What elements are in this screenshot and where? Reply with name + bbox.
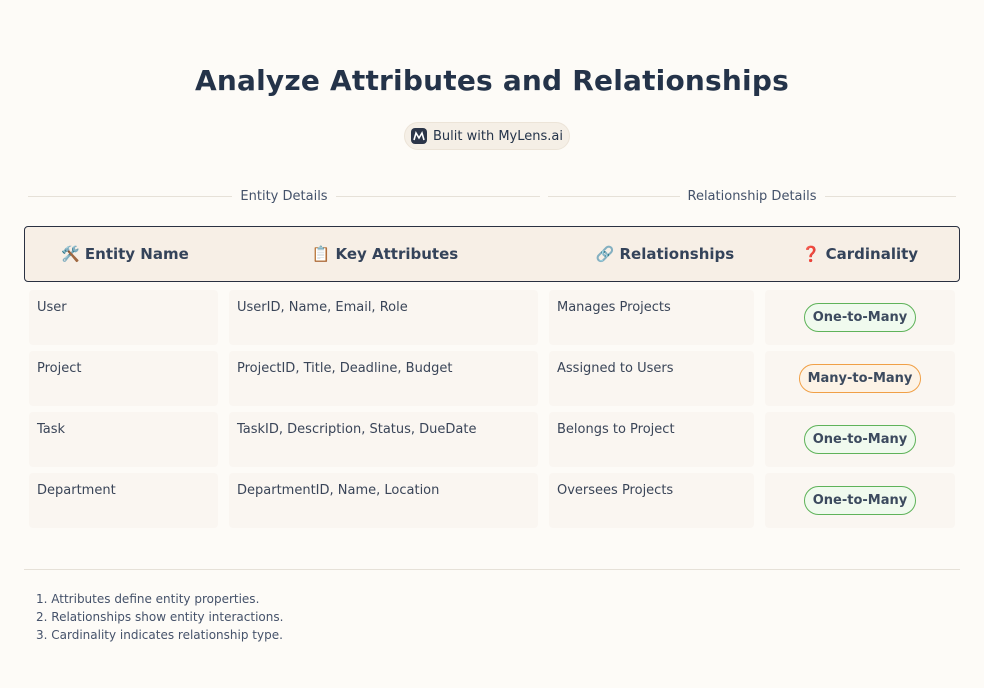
cell-cardinality: One-to-Many [765,412,955,467]
cell-attributes: DepartmentID, Name, Location [229,473,538,528]
cell-entity: User [29,290,218,345]
notes-list: 1. Attributes define entity properties. … [36,590,283,644]
relationship-details-label: Relationship Details [687,188,817,204]
header-key-attributes: 📋 Key Attributes [225,227,545,281]
table-header: 🛠️ Entity Name 📋 Key Attributes 🔗 Relati… [24,226,960,282]
cardinality-badge: One-to-Many [803,303,917,332]
page-title: Analyze Attributes and Relationships [195,64,789,97]
cell-relationship: Belongs to Project [549,412,754,467]
cardinality-badge: One-to-Many [803,425,917,454]
cardinality-badge: Many-to-Many [798,364,922,393]
link-icon: 🔗 [595,245,615,263]
clipboard-icon: 📋 [311,245,331,263]
cell-attributes: TaskID, Description, Status, DueDate [229,412,538,467]
cell-relationship: Assigned to Users [549,351,754,406]
header-label: Relationships [619,245,735,263]
entity-details-label: Entity Details [240,188,328,204]
cell-cardinality: One-to-Many [765,290,955,345]
cell-entity: Department [29,473,218,528]
header-label: Entity Name [84,245,189,263]
footer-divider [24,569,960,570]
cell-attributes: ProjectID, Title, Deadline, Budget [229,351,538,406]
mylens-badge[interactable]: Bulit with MyLens.ai [404,122,570,150]
cardinality-badge: One-to-Many [803,486,917,515]
header-label: Cardinality [825,245,919,263]
cell-attributes: UserID, Name, Email, Role [229,290,538,345]
cell-cardinality: Many-to-Many [765,351,955,406]
note-item: 2. Relationships show entity interaction… [36,610,284,624]
cell-entity: Task [29,412,218,467]
tools-icon: 🛠️ [61,245,80,263]
note-item: 1. Attributes define entity properties. [36,592,260,606]
header-label: Key Attributes [335,245,459,263]
header-cardinality: ❓ Cardinality [765,227,955,281]
cell-relationship: Oversees Projects [549,473,754,528]
entity-details-section: Entity Details [28,186,540,206]
cell-relationship: Manages Projects [549,290,754,345]
relationship-details-section: Relationship Details [548,186,957,206]
badge-text: Bulit with MyLens.ai [433,128,563,144]
question-icon: ❓ [801,245,821,263]
cell-entity: Project [29,351,218,406]
mylens-logo-icon [411,128,428,144]
note-item: 3. Cardinality indicates relationship ty… [36,628,283,642]
header-entity-name: 🛠️ Entity Name [25,227,225,281]
cell-cardinality: One-to-Many [765,473,955,528]
header-relationships: 🔗 Relationships [555,227,775,281]
